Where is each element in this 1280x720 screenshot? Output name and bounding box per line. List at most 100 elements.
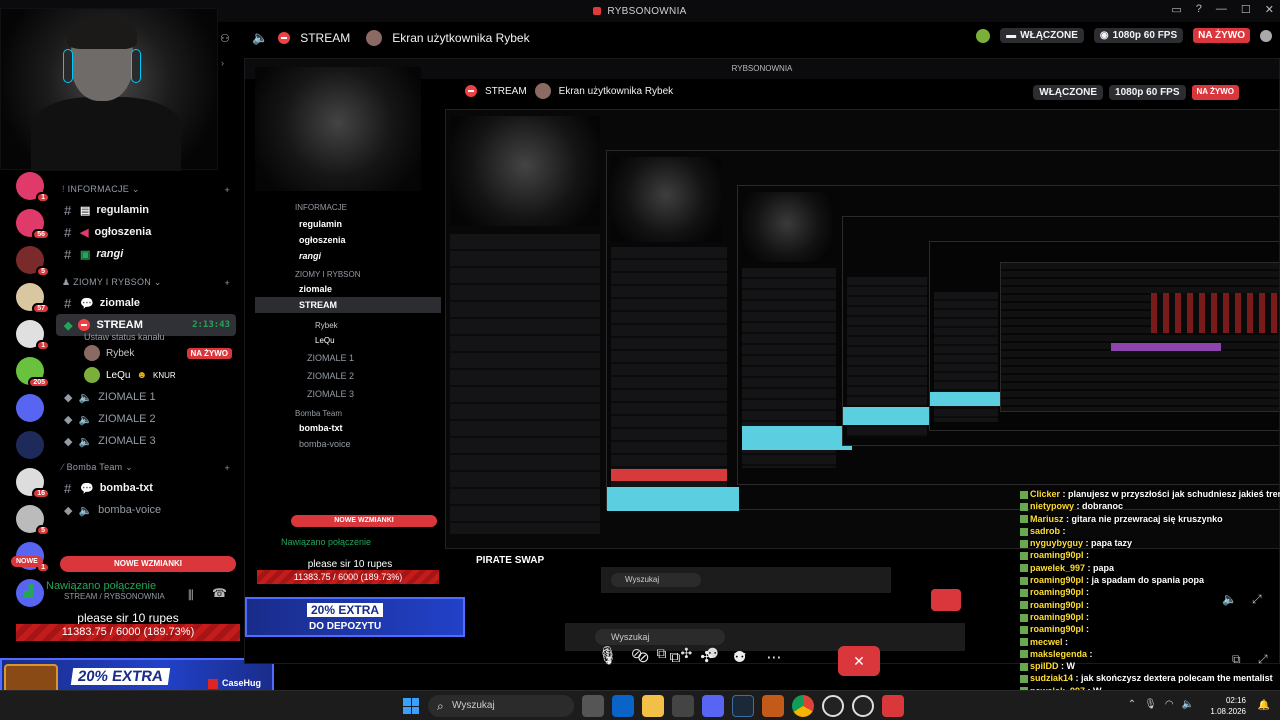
stream-quality-pill[interactable]: ◉ 1080p 60 FPS [1093,28,1184,43]
game-launcher-icon[interactable] [762,695,784,717]
chat-username: roaming90pl [1030,624,1084,635]
microphone-icon[interactable]: 🎙 [1144,699,1157,710]
voice-member-rybek[interactable]: Rybek NA ŻYWO [56,342,236,364]
nested-level-6 [929,241,1279,431]
obs-icon[interactable] [822,695,844,717]
soundboard-icon[interactable]: ⫼ [188,588,194,603]
channel-ziomale[interactable]: # 💬 ziomale [56,292,236,314]
category-bomba[interactable]: ⁄ Bomba Team ⌄ + [56,458,236,477]
outlook-icon[interactable] [612,695,634,717]
nested-cat-label: INFORMACJE [295,203,347,212]
server-icon[interactable]: 5 [16,246,50,277]
voice-connected-label[interactable]: Nawiązano połączenie [12,580,240,592]
hangup-button[interactable]: ✕ [838,646,880,676]
more-icon[interactable]: ⋯ [766,648,781,666]
task-view-icon[interactable] [582,695,604,717]
avatar [84,345,100,361]
voice-channel-2[interactable]: ◆ 🔈 ZIOMALE 2 [56,408,236,430]
nested-taskbar: Wyszukaj [601,567,891,593]
server-icon[interactable]: 57 [16,283,50,314]
obs-secondary-icon[interactable] [852,695,874,717]
voice-member-lequ[interactable]: LeQu ☻ KNUR [56,364,236,386]
server-icon[interactable] [16,394,44,422]
voice-channel-bomba[interactable]: ◆ 🔈 bomba-voice [56,499,236,521]
user-badge-icon [1020,650,1028,659]
camera-off-icon[interactable]: ⊘ [637,648,650,666]
chat-separator: : [1074,501,1083,512]
file-explorer-icon[interactable] [642,695,664,717]
minimize-icon[interactable]: — [1216,3,1227,16]
channel-regulamin[interactable]: # ▤ regulamin [56,199,236,221]
taskbar-search[interactable]: Wyszukaj [428,695,574,717]
volume-icon[interactable]: 🔈 [1182,699,1194,710]
chat-separator: : [1087,648,1093,659]
new-pill[interactable]: NOWE [11,556,43,567]
chat-username: nyguybyguy [1030,538,1084,549]
nested-pirate-swap: PIRATE SWAP [476,555,545,566]
steam-icon[interactable] [732,695,754,717]
category-bomba-label: Bomba Team [66,462,123,472]
nested-channel: STREAM [485,85,527,97]
nested-ch: regulamin [299,219,343,229]
voice-channel-3[interactable]: ◆ 🔈 ZIOMALE 3 [56,430,236,452]
chat-icon[interactable] [1260,29,1272,42]
chat-message: Clicker : planujesz w przyszłości jak sc… [1020,488,1280,500]
maximize-icon[interactable]: ☐ [1241,3,1251,16]
check-icon: ▣ [80,248,91,261]
wifi-icon[interactable]: ◠ [1165,699,1174,710]
call-controls: 🎙 ⊘ ⧉ ✣ ⚉ ⋯ [598,648,781,667]
taskbar-clock[interactable]: 02:16 1.08.2026 [1210,695,1246,717]
nested-channel-list: INFORMACJE regulamin ogłoszenia rangi ZI… [255,199,441,499]
chat-text: planujesz w przyszłości jak schudniesz j… [1068,489,1280,499]
channel-status-hint[interactable]: Ustaw status kanału [56,332,236,342]
chat-message: roaming90pl : [1020,586,1280,598]
server-icon[interactable]: 1 [16,320,50,351]
nested-voice: ZIOMALE 3 [307,389,355,399]
chat-message: roaming90pl : ja spadam do spania popa [1020,574,1280,586]
category-info[interactable]: ! INFORMACJE ⌄ + [56,180,236,199]
nested-search: Wyszukaj [611,573,701,587]
discord-icon[interactable] [702,695,724,717]
chevron-right-icon[interactable]: › [221,58,224,68]
server-icon[interactable]: 5 [16,505,50,536]
help-icon[interactable]: ? [1196,3,1202,16]
user-avatar[interactable] [976,28,991,43]
channel-rangi[interactable]: # ▣ rangi [56,243,236,265]
voice-users-icon[interactable]: ⚇ [220,32,230,45]
chat-separator: : [1083,587,1090,598]
inbox-icon[interactable]: ▭ [1171,3,1181,16]
activities-icon[interactable]: ✣ [700,648,713,666]
channel-ogloszenia[interactable]: # ◀ ogłoszenia [56,221,236,243]
add-icon[interactable]: + [224,185,230,195]
nested-header-right: WŁĄCZONE 1080p 60 FPS NA ŻYWO [1033,85,1239,100]
stream-status-pill[interactable]: ▬ WŁĄCZONE [1000,28,1084,43]
disconnect-icon[interactable]: ☎ [212,586,227,600]
close-icon[interactable]: ✕ [1265,3,1274,16]
new-mentions-banner[interactable]: NOWE WZMIANKI [60,556,236,572]
server-icon[interactable]: 205 [16,357,50,388]
server-icon[interactable]: 1 [16,172,50,203]
soundboard-icon[interactable]: ⚉ [733,648,746,666]
voice-channel-path[interactable]: STREAM / RYBSONOWNIA [12,592,240,601]
voice-channel-1[interactable]: ◆ 🔈 ZIOMALE 1 [56,386,236,408]
start-button[interactable] [403,698,419,714]
add-icon[interactable]: + [224,463,230,473]
category-ziomy[interactable]: ♟ ZIOMY I RYBSON ⌄ + [56,273,236,292]
server-icon[interactable]: 16 [16,468,50,499]
unread-badge: 56 [32,229,50,240]
speaker-icon[interactable]: 🔈 [252,30,268,46]
nested-hangup-button [931,589,961,611]
notification-icon[interactable]: 🔔 [1258,700,1270,711]
chrome-icon[interactable] [792,695,814,717]
chevron-up-icon[interactable]: ⌃ [1128,699,1136,710]
add-icon[interactable]: + [224,278,230,288]
screen-share-icon[interactable]: ⧉ [670,649,681,666]
store-icon[interactable] [672,695,694,717]
app-red-icon[interactable] [882,695,904,717]
server-icon[interactable]: 56 [16,209,50,240]
channel-regulamin-label: regulamin [96,204,149,216]
nested-promo: 20% EXTRA DO DEPOZYTU [245,597,465,637]
microphone-icon[interactable]: 🎙 [598,648,617,666]
channel-bomba-txt[interactable]: # 💬 bomba-txt [56,477,236,499]
server-icon[interactable] [16,431,44,459]
